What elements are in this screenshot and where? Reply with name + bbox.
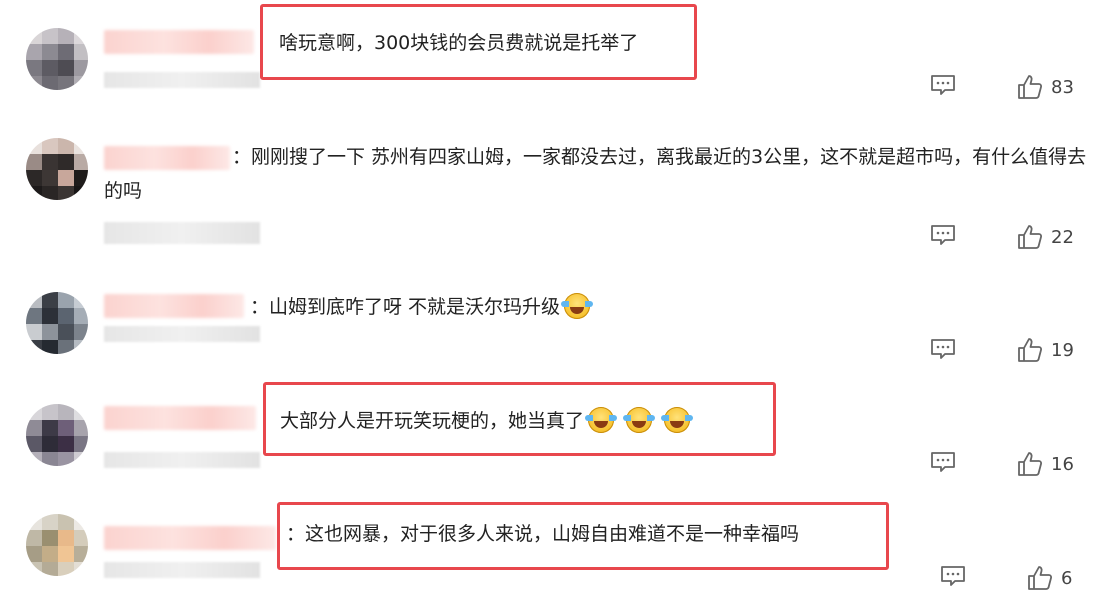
like-count: 6 bbox=[1061, 567, 1073, 589]
comment-meta-blurred bbox=[104, 562, 260, 578]
comment-text: ：刚刚搜了一下 苏州有四家山姆，一家都没去过，离我最近的3公里，这不就是超市吗，… bbox=[104, 146, 1087, 202]
like-count: 22 bbox=[1051, 226, 1074, 248]
highlight-box bbox=[263, 382, 776, 456]
like-count: 83 bbox=[1051, 76, 1074, 98]
avatar[interactable] bbox=[26, 138, 88, 200]
comment-bubble-icon[interactable] bbox=[930, 224, 956, 246]
comment-bubble-icon[interactable] bbox=[930, 74, 956, 96]
like-button[interactable]: 22 bbox=[1017, 224, 1074, 250]
like-button[interactable]: 16 bbox=[1017, 451, 1074, 477]
like-button[interactable]: 83 bbox=[1017, 74, 1074, 100]
laughing-crying-emoji bbox=[561, 293, 594, 319]
like-count: 16 bbox=[1051, 453, 1074, 475]
comment-meta-blurred bbox=[104, 72, 260, 88]
comment-text: ：山姆到底咋了呀 不就是沃尔玛升级 bbox=[250, 290, 594, 324]
avatar[interactable] bbox=[26, 292, 88, 354]
comment-bubble-icon[interactable] bbox=[930, 451, 956, 473]
highlight-box bbox=[260, 4, 697, 80]
username-blurred[interactable] bbox=[104, 294, 244, 318]
comment-bubble-icon[interactable] bbox=[930, 338, 956, 360]
thumbs-up-icon bbox=[1018, 338, 1043, 362]
thumbs-up-icon bbox=[1028, 566, 1053, 590]
like-count: 19 bbox=[1051, 339, 1074, 361]
avatar[interactable] bbox=[26, 514, 88, 576]
comment-bubble-icon[interactable] bbox=[940, 565, 966, 587]
highlight-box bbox=[277, 502, 889, 570]
like-button[interactable]: 19 bbox=[1017, 337, 1074, 363]
comment-meta-blurred bbox=[104, 452, 260, 468]
thumbs-up-icon bbox=[1018, 452, 1043, 476]
avatar[interactable] bbox=[26, 404, 88, 466]
comment-meta-blurred bbox=[104, 222, 260, 244]
username-blurred[interactable] bbox=[104, 30, 254, 54]
username-blurred[interactable] bbox=[104, 406, 256, 430]
avatar[interactable] bbox=[26, 28, 88, 90]
comment-meta-blurred bbox=[104, 326, 260, 342]
thumbs-up-icon bbox=[1018, 75, 1043, 99]
thumbs-up-icon bbox=[1018, 225, 1043, 249]
username-blurred[interactable] bbox=[104, 526, 276, 550]
like-button[interactable]: 6 bbox=[1027, 565, 1072, 591]
